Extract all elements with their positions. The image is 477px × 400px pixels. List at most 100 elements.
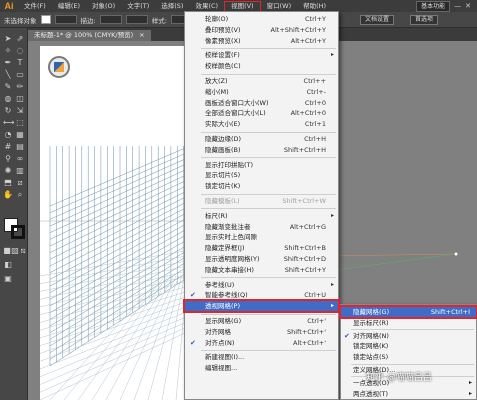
blob-brush-tool-icon[interactable]: ◍ (3, 94, 13, 104)
perspective-submenu-item[interactable]: 显示标尺(R) (341, 318, 476, 328)
perspective-submenu-item[interactable]: 锁定网格(K) (341, 341, 476, 351)
minimize-icon[interactable]: — (454, 2, 461, 10)
free-transform-tool-icon[interactable]: ⬚ (15, 118, 25, 128)
preferences-button[interactable]: 首选项 (410, 15, 439, 25)
view-menu-item[interactable]: ✔ 智能参考线(Q) Ctrl+U (185, 290, 338, 300)
view-menu-item[interactable]: 参考线(U) ▸ (185, 280, 338, 290)
perspective-submenu-item-label: 对齐网格(N) (353, 331, 389, 340)
view-menu-item[interactable]: 隐藏画板(B) Shift+Ctrl+H (185, 145, 338, 155)
width-tool-icon[interactable]: ⟷ (3, 118, 14, 128)
shape-builder-tool-icon[interactable]: ◔ (3, 130, 13, 140)
eyedropper-tool-icon[interactable]: ⚲ (3, 154, 13, 164)
menu-file[interactable]: 文件(F) (18, 0, 52, 12)
view-menu-item[interactable]: 显示网格(G) Ctrl+' (185, 316, 338, 326)
hand-tool-icon[interactable]: ✋ (3, 190, 13, 200)
stroke-weight-dropdown[interactable] (99, 15, 122, 24)
view-menu-item[interactable]: 实际大小(E) Ctrl+1 (185, 119, 338, 129)
perspective-submenu-item[interactable]: ✔ 对齐网格(N) (341, 331, 476, 341)
draw-mode-icon[interactable]: ◧ (3, 260, 13, 270)
view-menu-item[interactable]: 对齐网格 Shift+Ctrl+' (185, 327, 338, 337)
view-menu-item[interactable]: 锁定切片(K) (185, 181, 338, 191)
zoom-tool-icon[interactable]: ⌕ (15, 190, 25, 200)
gradient-tool-icon[interactable]: ▤ (15, 142, 25, 152)
view-menu-item-shortcut: Ctrl+- (306, 87, 326, 96)
rectangle-tool-icon[interactable]: ▭ (15, 70, 25, 80)
view-menu-item[interactable]: 放大(Z) Ctrl++ (185, 76, 338, 86)
watermark: 知乎 @喵喵吕吕 (366, 373, 432, 383)
view-menu-item[interactable]: 隐藏定界框(J) Shift+Ctrl+B (185, 243, 338, 253)
view-menu-item[interactable]: 透视网格(P) ▸ (183, 299, 340, 314)
view-menu-item[interactable]: ✔ 对齐点(N) Alt+Ctrl+' (185, 338, 338, 348)
view-menu-item[interactable]: 校样颜色(C) (185, 61, 338, 71)
view-menu-item-label: 标尺(R) (205, 211, 228, 220)
perspective-submenu-item-label: 两点透视(T) (353, 389, 389, 398)
fill-dropdown[interactable] (54, 15, 77, 24)
perspective-submenu-item[interactable]: 锁定站点(S) (341, 352, 476, 362)
view-menu-item-label: 像素预览(X) (205, 36, 241, 45)
view-menu-item[interactable]: 全部适合窗口大小(L) Alt+Ctrl+0 (185, 108, 338, 118)
graph-tool-icon[interactable]: ▥ (15, 166, 25, 176)
view-menu-item[interactable]: 显示切片(S) (185, 170, 338, 180)
perspective-submenu-item[interactable]: 两点透视(T) ▸ (341, 389, 476, 399)
view-menu-item-label: 隐藏定界框(J) (205, 244, 245, 253)
magic-wand-tool-icon[interactable]: ✧ (3, 46, 13, 56)
close-icon[interactable]: ✕ (465, 2, 471, 10)
paintbrush-tool-icon[interactable]: ✎ (3, 82, 13, 92)
view-menu-item-shortcut: Ctrl++ (303, 77, 326, 85)
stroke-color-swatch[interactable] (11, 225, 25, 239)
rotate-tool-icon[interactable]: ↻ (3, 106, 13, 116)
view-menu-item-label: 智能参考线(Q) (205, 291, 248, 300)
perspective-submenu-item[interactable]: 隐藏网格(G) Shift+Ctrl+I (339, 305, 477, 319)
checkmark-icon: ✔ (344, 331, 350, 340)
view-menu-item[interactable]: 叠印预览(V) Alt+Shift+Ctrl+Y (185, 25, 338, 35)
view-menu-item[interactable]: 显示透明度网格(Y) Shift+Ctrl+D (185, 254, 338, 264)
view-menu-item[interactable]: 画板适合窗口大小(W) Ctrl+0 (185, 98, 338, 108)
direct-selection-tool-icon[interactable]: ⇗ (15, 34, 25, 44)
document-tab[interactable]: 未标题-1* @ 100% (CMYK/预览) × (28, 30, 151, 41)
view-menu-item[interactable]: 像素预览(X) Alt+Ctrl+Y (185, 36, 338, 46)
view-menu-item[interactable]: 缩小(M) Ctrl+- (185, 87, 338, 97)
view-menu-item-shortcut: Shift+Ctrl+B (284, 244, 326, 253)
view-menu-item[interactable]: 显示实时上色间隙 (185, 232, 338, 242)
view-menu-item[interactable]: 新建视图(I)... (185, 352, 338, 362)
perspective-grid-tool-icon[interactable]: ▦ (15, 130, 25, 140)
pen-tool-icon[interactable]: ✒ (3, 58, 13, 68)
pencil-tool-icon[interactable]: ✏ (15, 82, 25, 92)
menu-edit[interactable]: 编辑(E) (52, 0, 86, 12)
mesh-tool-icon[interactable]: # (3, 142, 13, 152)
menu-object[interactable]: 对象(O) (86, 0, 121, 12)
line-tool-icon[interactable]: ╲ (3, 70, 13, 80)
view-menu-item[interactable]: 隐藏文本串接(H) Shift+Ctrl+Y (185, 265, 338, 275)
type-tool-icon[interactable]: T (15, 58, 25, 68)
checkmark-icon: ✔ (190, 338, 196, 347)
view-menu-item[interactable]: 校样设置(F) ▸ (185, 50, 338, 60)
scale-tool-icon[interactable]: ⇲ (15, 106, 25, 116)
selection-tool-icon[interactable]: ➤ (3, 34, 13, 44)
view-menu-item[interactable]: 隐藏模板(L) Shift+Ctrl+W (185, 196, 338, 206)
eraser-tool-icon[interactable]: ◫ (15, 94, 25, 104)
view-menu-item[interactable]: 标尺(R) ▸ (185, 211, 338, 221)
workspace-switcher[interactable]: 基本功能 (416, 0, 451, 12)
document-setup-button[interactable]: 文档设置 (360, 15, 395, 25)
menu-view[interactable]: 视图(V) (224, 0, 261, 12)
lasso-tool-icon[interactable]: ◌ (15, 46, 25, 56)
view-menu-item[interactable]: 轮廓(O) Ctrl+Y (185, 14, 338, 24)
slice-tool-icon[interactable]: ⧄ (15, 178, 25, 188)
menu-type[interactable]: 文字(T) (121, 0, 155, 12)
perspective-submenu-item-label: 显示标尺(R) (353, 318, 389, 327)
view-menu-item-label: 隐藏渐变批注者 (205, 222, 251, 231)
screen-mode-icon[interactable]: ▣ (3, 274, 13, 284)
symbol-sprayer-tool-icon[interactable]: ✺ (3, 166, 13, 176)
document-tab-close-icon[interactable]: × (139, 30, 144, 41)
menu-separator (201, 131, 336, 133)
blend-tool-icon[interactable]: ∞ (15, 154, 25, 164)
fill-swatch[interactable] (40, 15, 51, 24)
variable-width-dropdown[interactable] (125, 15, 148, 24)
view-menu-item[interactable]: 显示打印拼贴(T) (185, 160, 338, 170)
view-menu-item-label: 参考线(U) (205, 280, 235, 289)
artboard-tool-icon[interactable]: ⬒ (3, 178, 13, 188)
none-mode-icon[interactable]: ⧅ (18, 246, 28, 256)
view-menu-item[interactable]: 编辑视图... (185, 363, 338, 373)
view-menu-item[interactable]: 隐藏边缘(D) Ctrl+H (185, 134, 338, 144)
view-menu-item[interactable]: 隐藏渐变批注者 Alt+Ctrl+G (185, 222, 338, 232)
